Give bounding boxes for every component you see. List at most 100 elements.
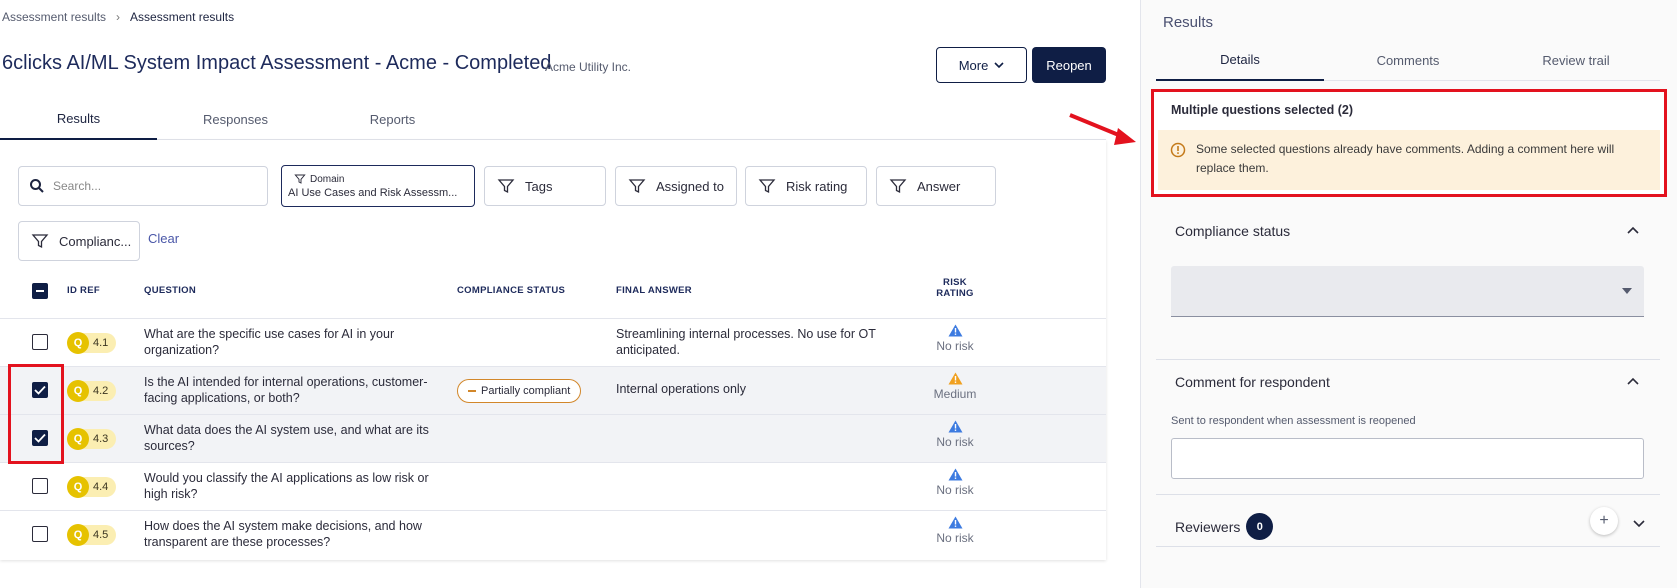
breadcrumb-item-2[interactable]: Assessment results bbox=[130, 10, 234, 24]
final-answer: Streamlining internal processes. No use … bbox=[616, 327, 876, 357]
row-checkbox[interactable] bbox=[32, 478, 48, 494]
compliance-status-badge: Partially compliant bbox=[457, 379, 582, 403]
row-checkbox[interactable] bbox=[32, 526, 48, 542]
warning-triangle-icon bbox=[948, 420, 962, 433]
domain-filter-label-row: Domain bbox=[294, 173, 344, 185]
warning-circle-icon bbox=[1170, 142, 1186, 158]
chevron-up-icon[interactable] bbox=[1627, 376, 1639, 388]
domain-filter-value: AI Use Cases and Risk Assessm... bbox=[288, 187, 458, 199]
risk-rating: No risk bbox=[910, 516, 1000, 545]
risk-rating: No risk bbox=[910, 420, 1000, 449]
warning-triangle-icon bbox=[948, 372, 962, 385]
breadcrumb-item-1[interactable]: Assessment results bbox=[2, 10, 106, 24]
compliance-status-select[interactable] bbox=[1171, 266, 1644, 317]
comment-hint: Sent to respondent when assessment is re… bbox=[1171, 415, 1416, 427]
table-row[interactable]: Q 4.3 What data does the AI system use, … bbox=[0, 414, 1106, 462]
comment-input[interactable] bbox=[1171, 438, 1644, 479]
domain-filter-label: Domain bbox=[310, 173, 345, 185]
filter-icon bbox=[294, 174, 306, 184]
selection-title: Multiple questions selected (2) bbox=[1171, 103, 1353, 117]
search-input[interactable]: Search... bbox=[18, 166, 268, 206]
question-type-icon: Q bbox=[67, 476, 89, 498]
reviewers-header[interactable]: Reviewers 0 bbox=[1175, 513, 1274, 540]
question-text: What are the specific use cases for AI i… bbox=[144, 327, 395, 357]
search-placeholder: Search... bbox=[53, 179, 102, 193]
more-button[interactable]: More bbox=[936, 47, 1027, 83]
answer-filter[interactable]: Answer bbox=[876, 166, 996, 206]
warning-triangle-icon bbox=[948, 324, 962, 337]
table-header: ID REF QUESTION COMPLIANCE STATUS FINAL … bbox=[0, 270, 1106, 310]
question-type-icon: Q bbox=[67, 332, 89, 354]
header-risk-rating-line2: RATING bbox=[936, 288, 974, 299]
app-root: Assessment results › Assessment results … bbox=[0, 0, 1677, 588]
risk-rating: Medium bbox=[910, 372, 1000, 401]
question-text: Is the AI intended for internal operatio… bbox=[144, 375, 428, 405]
tab-review-trail[interactable]: Review trail bbox=[1492, 40, 1660, 81]
final-answer: Internal operations only bbox=[616, 382, 746, 396]
tab-comments[interactable]: Comments bbox=[1324, 40, 1492, 81]
question-id-badge: Q 4.4 bbox=[67, 476, 117, 498]
chevron-up-icon[interactable] bbox=[1627, 225, 1639, 237]
selection-highlight-box bbox=[8, 364, 64, 464]
filter-icon bbox=[758, 179, 776, 194]
compliance-filter-label: Complianc... bbox=[59, 233, 132, 249]
main-tabs: Results Responses Reports bbox=[0, 98, 1106, 140]
table-row[interactable]: Q 4.2 Is the AI intended for internal op… bbox=[0, 366, 1106, 414]
chevron-down-icon[interactable] bbox=[1633, 517, 1645, 529]
compliance-filter[interactable]: Complianc... bbox=[18, 221, 140, 261]
tab-responses[interactable]: Responses bbox=[157, 98, 314, 140]
tab-details[interactable]: Details bbox=[1156, 40, 1324, 81]
filter-icon bbox=[628, 179, 646, 194]
search-icon bbox=[30, 179, 44, 193]
compliance-status-section: Compliance status bbox=[1156, 205, 1660, 360]
clear-filters-link[interactable]: Clear bbox=[148, 231, 179, 246]
comment-for-respondent-label[interactable]: Comment for respondent bbox=[1175, 374, 1330, 390]
assigned-to-filter[interactable]: Assigned to bbox=[615, 166, 737, 206]
tab-reports[interactable]: Reports bbox=[314, 98, 471, 140]
domain-filter[interactable]: Domain AI Use Cases and Risk Assessm... bbox=[281, 165, 475, 207]
tags-filter-label: Tags bbox=[525, 178, 553, 194]
question-id-badge: Q 4.3 bbox=[67, 428, 117, 450]
assigned-to-filter-label: Assigned to bbox=[656, 178, 724, 194]
question-id-badge: Q 4.1 bbox=[67, 332, 117, 354]
risk-rating: No risk bbox=[910, 324, 1000, 353]
risk-rating-label: No risk bbox=[936, 483, 974, 497]
table-row[interactable]: Q 4.1 What are the specific use cases fo… bbox=[0, 318, 1106, 366]
chevron-down-icon bbox=[994, 62, 1004, 69]
header-question: QUESTION bbox=[144, 285, 197, 296]
arrow-icon bbox=[1069, 113, 1136, 145]
organization-name: Acme Utility Inc. bbox=[545, 60, 632, 74]
risk-rating-label: No risk bbox=[936, 531, 974, 545]
risk-rating-filter[interactable]: Risk rating bbox=[745, 166, 867, 206]
chevron-right-icon: › bbox=[116, 10, 121, 24]
risk-rating: No risk bbox=[910, 468, 1000, 497]
results-panel: Search... Domain AI Use Cases and Risk A… bbox=[0, 140, 1106, 560]
compliance-status-label: Partially compliant bbox=[481, 385, 571, 397]
header-id-ref: ID REF bbox=[67, 285, 100, 296]
row-checkbox[interactable] bbox=[32, 334, 48, 350]
side-panel-title: Results bbox=[1163, 14, 1214, 31]
reopen-button[interactable]: Reopen bbox=[1032, 47, 1106, 83]
question-type-icon: Q bbox=[67, 380, 89, 402]
risk-rating-filter-label: Risk rating bbox=[786, 178, 848, 194]
header-risk-rating: RISK RATING bbox=[910, 277, 1000, 299]
table-row[interactable]: Q 4.4 Would you classify the AI applicat… bbox=[0, 462, 1106, 510]
tab-results[interactable]: Results bbox=[0, 98, 157, 140]
select-all-checkbox[interactable] bbox=[32, 283, 48, 299]
more-button-label: More bbox=[958, 57, 989, 73]
minus-icon bbox=[468, 390, 476, 392]
compliance-status-label[interactable]: Compliance status bbox=[1175, 223, 1290, 239]
page-title: 6clicks AI/ML System Impact Assessment -… bbox=[2, 52, 552, 74]
minus-icon bbox=[36, 290, 44, 292]
add-reviewer-button[interactable]: + bbox=[1590, 507, 1618, 535]
question-text: What data does the AI system use, and wh… bbox=[144, 423, 429, 453]
reviewers-count-badge: 0 bbox=[1246, 513, 1274, 540]
warning-banner: Some selected questions already have com… bbox=[1158, 130, 1660, 190]
question-type-icon: Q bbox=[67, 428, 89, 450]
question-text: Would you classify the AI applications a… bbox=[144, 471, 429, 501]
warning-triangle-icon bbox=[948, 468, 962, 481]
warning-triangle-icon bbox=[948, 516, 962, 529]
table-row[interactable]: Q 4.5 How does the AI system make decisi… bbox=[0, 510, 1106, 558]
tags-filter[interactable]: Tags bbox=[484, 166, 606, 206]
question-id-badge: Q 4.5 bbox=[67, 524, 117, 546]
